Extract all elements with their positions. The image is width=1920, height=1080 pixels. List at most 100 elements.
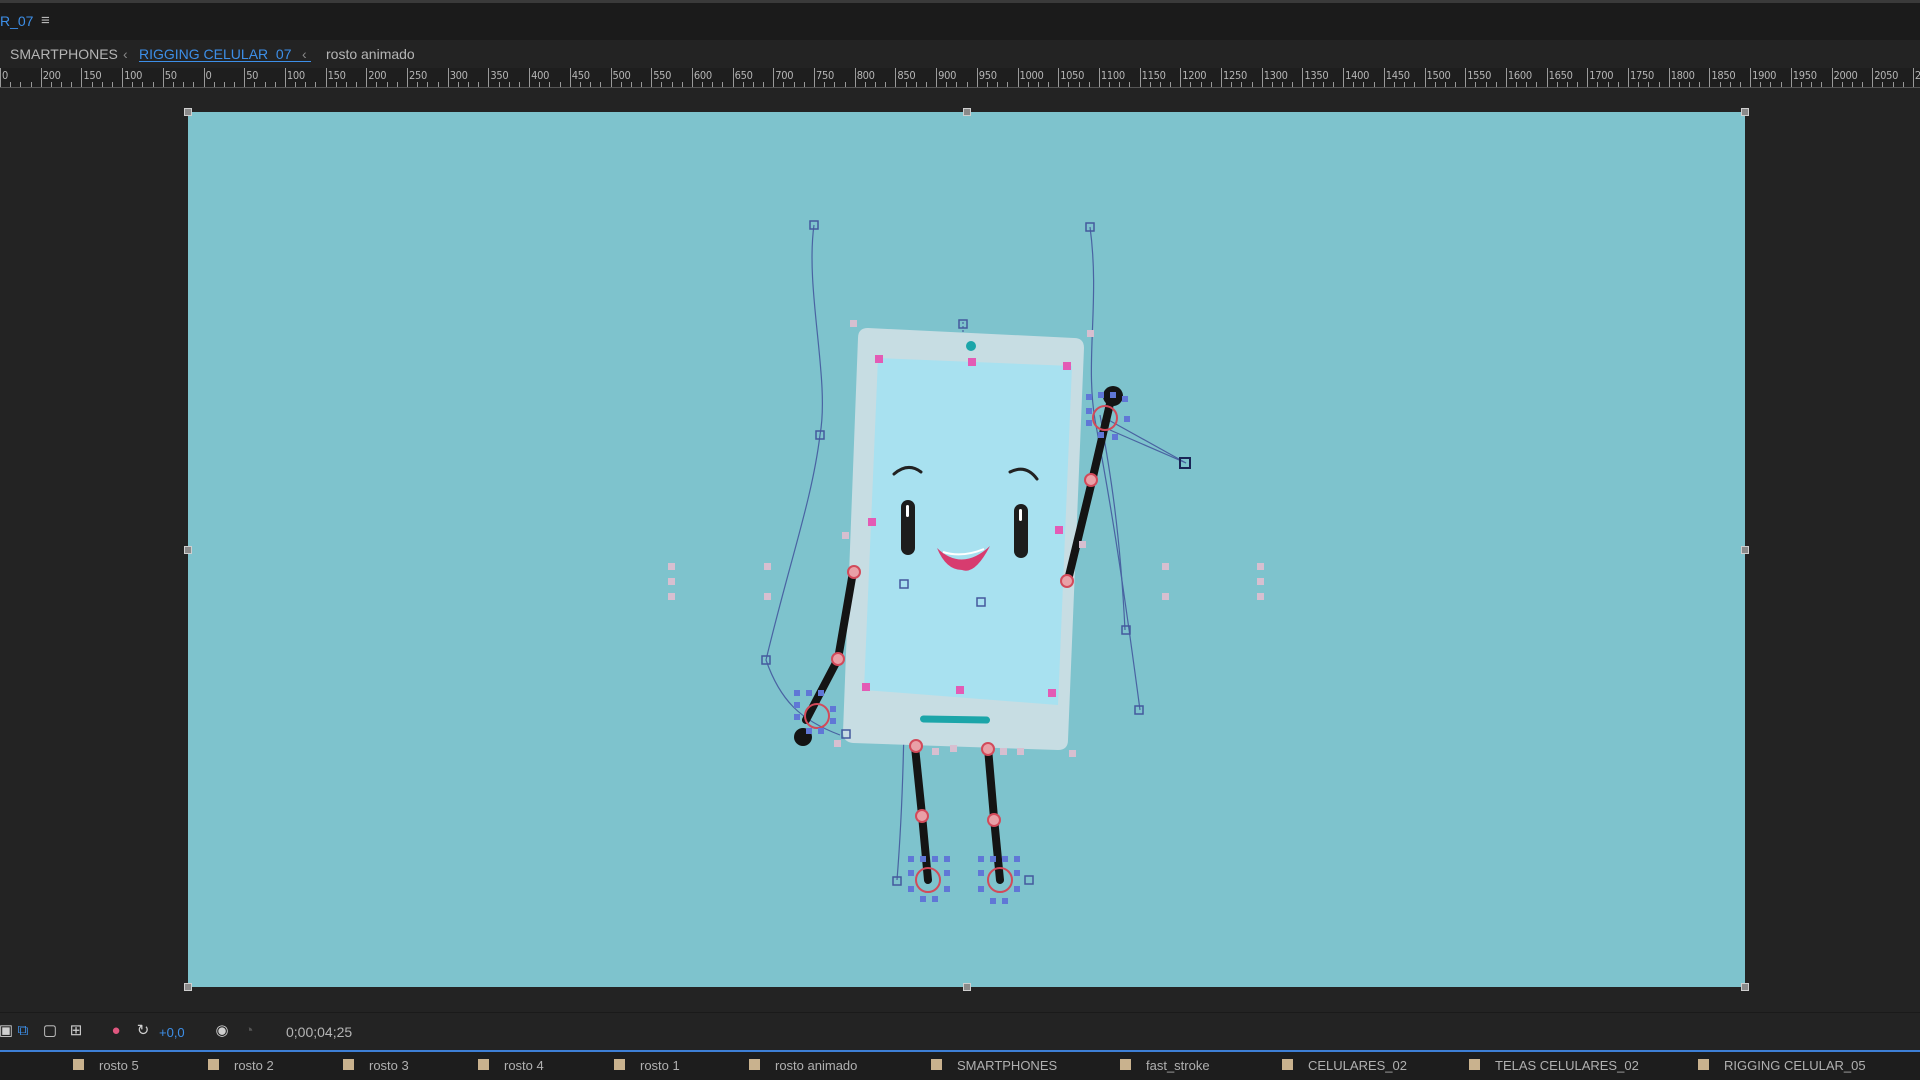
ruler-label: 1500 xyxy=(1426,69,1451,82)
ruler-major-tick xyxy=(40,68,42,87)
ruler-minor-tick xyxy=(915,82,917,87)
tab-label: rosto 2 xyxy=(234,1058,274,1073)
reset-exposure-icon[interactable]: ↻ xyxy=(133,1021,153,1041)
ruler-minor-tick xyxy=(1597,82,1599,87)
ruler-minor-tick xyxy=(376,82,378,87)
ruler-minor-tick xyxy=(61,82,63,87)
ruler-minor-tick xyxy=(498,82,500,87)
guides-icon[interactable]: ⊞ xyxy=(66,1021,86,1041)
exposure-value[interactable]: +0,0 xyxy=(159,1025,185,1040)
panel-header: R_07 ≡ xyxy=(0,0,1920,40)
ruler-minor-tick xyxy=(712,82,714,87)
ruler-major-tick xyxy=(1546,68,1548,87)
ruler-minor-tick xyxy=(793,82,795,87)
ruler-label: 100 xyxy=(124,69,143,82)
ruler-minor-tick xyxy=(641,82,643,87)
ruler-minor-tick xyxy=(844,82,846,87)
ruler-minor-tick xyxy=(315,82,317,87)
ruler-minor-tick xyxy=(661,82,663,87)
ruler-label: 600 xyxy=(693,69,712,82)
ruler-minor-tick xyxy=(864,82,866,87)
ruler-minor-tick xyxy=(1373,82,1375,87)
breadcrumb-item-smartphones[interactable]: SMARTPHONES xyxy=(10,46,118,62)
ruler-label: 1100 xyxy=(1100,69,1125,82)
ruler-label: 1950 xyxy=(1792,69,1817,82)
frame-handle-middle-right[interactable] xyxy=(1741,546,1749,554)
tab-label: rosto 1 xyxy=(640,1058,680,1073)
label-color-swatch xyxy=(749,1059,760,1070)
viewer-toolbar: ▣ ⧉ ▢ ⊞ ● ↻ +0,0 ◉ ◔ 0;00;04;25 xyxy=(0,1012,1920,1050)
ruler-minor-tick xyxy=(946,82,948,87)
ruler-minor-tick xyxy=(1404,82,1406,87)
tab-label: fast_stroke xyxy=(1146,1058,1210,1073)
ruler-label: 200 xyxy=(368,69,387,82)
ruler-major-tick xyxy=(854,68,856,87)
frame-handle-bottom-right[interactable] xyxy=(1741,983,1749,991)
ruler-major-tick xyxy=(162,68,164,87)
frame-handle-middle-left[interactable] xyxy=(184,546,192,554)
hamburger-icon[interactable]: ≡ xyxy=(41,12,50,29)
ruler-minor-tick xyxy=(183,82,185,87)
ruler-major-tick xyxy=(1221,68,1222,87)
active-breadcrumb-underline xyxy=(139,61,311,62)
ruler-major-tick xyxy=(1383,68,1385,87)
breadcrumb-item-rosto-animado[interactable]: rosto animado xyxy=(326,46,415,62)
snapshot-icon[interactable]: ◉ xyxy=(212,1021,232,1041)
ruler-major-tick xyxy=(0,68,1,87)
ruler-label: 1750 xyxy=(1630,69,1654,82)
phone-character[interactable] xyxy=(843,328,1084,750)
frame-handle-bottom-center[interactable] xyxy=(963,983,971,991)
breadcrumb-item-rigging-celular-07[interactable]: RIGGING CELULAR_07 xyxy=(139,46,292,62)
ruler-major-tick xyxy=(1424,68,1426,87)
ruler-minor-tick xyxy=(1027,82,1029,87)
ruler-label: 450 xyxy=(571,69,590,82)
tab-label: rosto 4 xyxy=(504,1058,544,1073)
ruler-major-tick xyxy=(1709,68,1711,87)
frame-handle-top-center[interactable] xyxy=(963,108,971,116)
ruler-minor-tick xyxy=(1271,82,1273,87)
tab-label: rosto 3 xyxy=(369,1058,409,1073)
ruler-minor-tick xyxy=(600,82,602,87)
ruler-minor-tick xyxy=(1566,82,1568,87)
ruler-minor-tick xyxy=(1780,82,1782,87)
current-timecode[interactable]: 0;00;04;25 xyxy=(286,1024,352,1040)
ruler-minor-tick xyxy=(1516,82,1518,87)
ruler-label: 2000 xyxy=(1833,69,1858,82)
ruler-minor-tick xyxy=(1536,82,1538,87)
ruler-major-tick xyxy=(122,68,124,87)
channels-icon[interactable]: ● xyxy=(106,1021,126,1041)
transparency-grid-icon[interactable]: ⧉ xyxy=(13,1021,33,1041)
ruler-minor-tick xyxy=(1800,82,1802,87)
frame-handle-top-left[interactable] xyxy=(184,108,192,116)
ruler-minor-tick xyxy=(1475,82,1477,87)
ruler-minor-tick xyxy=(1617,82,1619,87)
ruler-minor-tick xyxy=(1312,82,1314,87)
ruler-minor-tick xyxy=(1048,82,1050,87)
ruler-label: 850 xyxy=(897,69,916,82)
ruler-label: 1650 xyxy=(1548,69,1573,82)
label-color-swatch xyxy=(343,1059,354,1070)
label-color-swatch xyxy=(73,1059,84,1070)
tab-label: TELAS CELULARES_02 xyxy=(1495,1058,1639,1073)
ruler-label: 1050 xyxy=(1060,69,1085,82)
ruler-label: 1900 xyxy=(1752,69,1777,82)
frame-handle-top-right[interactable] xyxy=(1741,108,1749,116)
frame-handle-bottom-left[interactable] xyxy=(184,983,192,991)
breadcrumb: SMARTPHONES ‹ RIGGING CELULAR_07 ‹ rosto… xyxy=(0,40,1920,68)
ruler-minor-tick xyxy=(1729,82,1731,87)
ruler-major-tick xyxy=(1465,68,1467,87)
ruler-label: 2100 xyxy=(1914,69,1920,82)
ruler-minor-tick xyxy=(427,82,429,87)
ruler-minor-tick xyxy=(1607,82,1609,87)
ruler-minor-tick xyxy=(742,82,744,87)
composition-title[interactable]: R_07 xyxy=(0,13,33,29)
show-snapshot-icon[interactable]: ◔ xyxy=(239,1021,259,1041)
ruler-minor-tick xyxy=(10,82,12,87)
label-color-swatch xyxy=(1282,1059,1293,1070)
ruler-minor-tick xyxy=(91,82,93,87)
ruler-major-tick xyxy=(1302,68,1304,87)
horizontal-ruler[interactable]: 0 200 150 100 50 0 50 100 150 200 250 300 350 400 450 5… xyxy=(0,68,1920,88)
mask-toggle-icon[interactable]: ▢ xyxy=(40,1021,60,1041)
timeline-tab-bar: rosto 5 rosto 2 rosto 3 rosto 4 rosto 1 … xyxy=(0,1052,1920,1080)
ruler-minor-tick xyxy=(1648,82,1650,87)
